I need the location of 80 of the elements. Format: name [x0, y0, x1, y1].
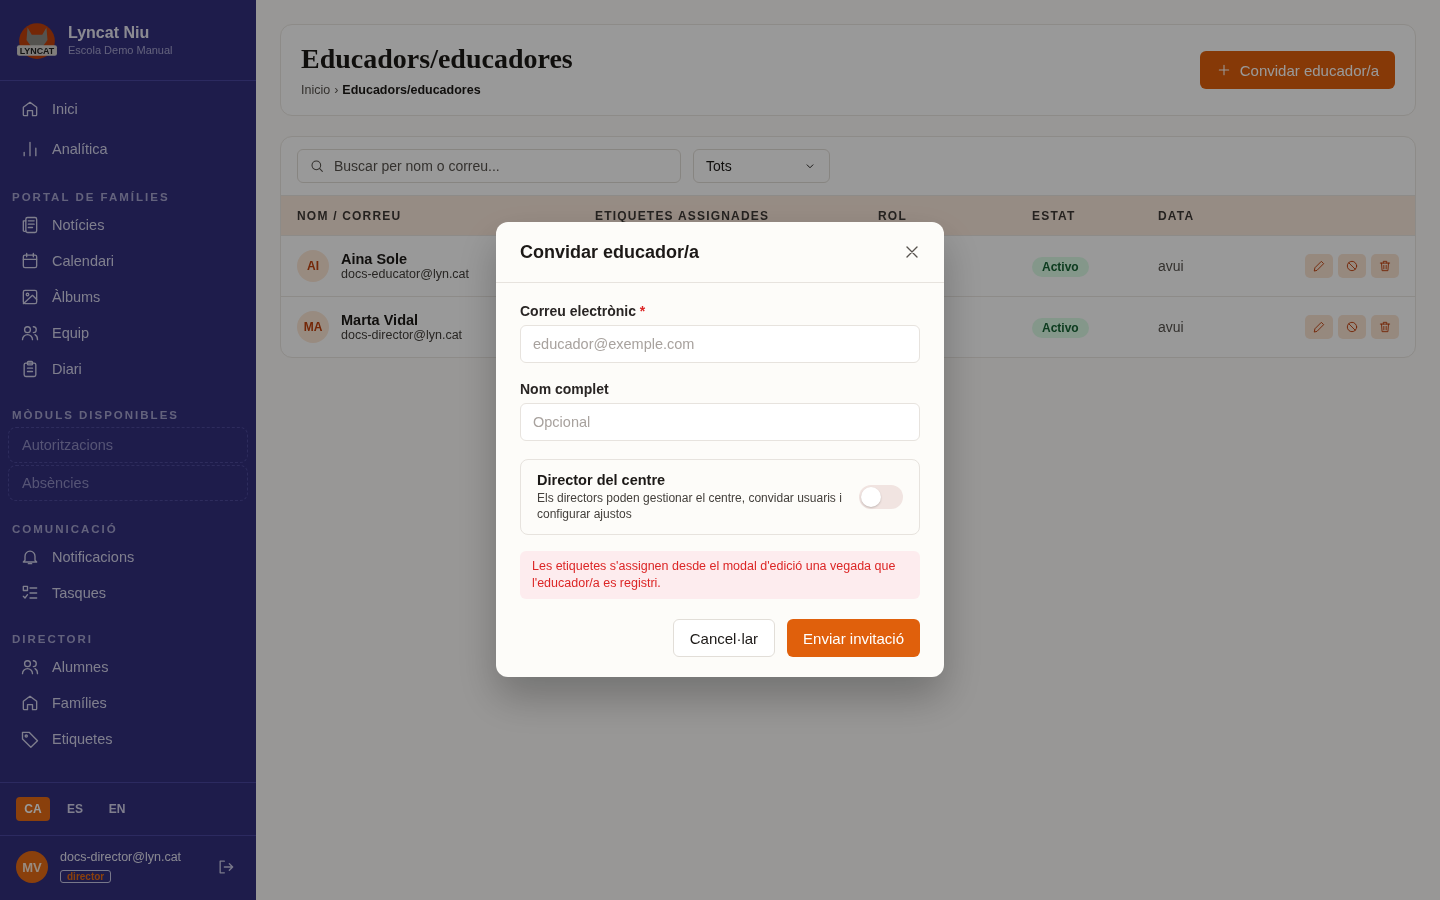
trash-icon: [1378, 320, 1392, 334]
module-item[interactable]: Absències: [8, 465, 248, 501]
column-header: ETIQUETES ASSIGNADES: [595, 208, 771, 223]
column-header: ESTAT: [1032, 208, 1077, 223]
status-badge: Activo: [1032, 318, 1089, 338]
date-cell-text: avui: [1158, 319, 1185, 335]
disable-button[interactable]: [1338, 254, 1366, 278]
block-icon: [1345, 320, 1359, 334]
cancel-button[interactable]: Cancel·lar: [672, 619, 776, 658]
home-icon: [20, 99, 40, 119]
newspaper-icon: [20, 215, 40, 235]
date-cell-text: avui: [1158, 258, 1185, 274]
nav-item[interactable]: Analítica: [8, 129, 248, 169]
nav-item[interactable]: Famílies: [8, 685, 248, 721]
column-header: ROL: [878, 208, 908, 223]
nav-item[interactable]: Alumnes: [8, 649, 248, 685]
pencil-icon: [1312, 320, 1326, 334]
delete-button[interactable]: [1371, 254, 1399, 278]
delete-button[interactable]: [1371, 315, 1399, 339]
school-name: Escola Demo Manual: [68, 44, 173, 56]
people-icon: [20, 323, 40, 343]
section-heading: DIRECTORI: [11, 632, 95, 647]
field-label: Nom complet: [520, 381, 610, 397]
edit-button[interactable]: [1305, 254, 1333, 278]
home-icon: [20, 693, 40, 713]
calendar-icon: [20, 251, 40, 271]
field-label: Correu electrònic *: [520, 303, 647, 319]
educator-email: docs-director@lyn.cat: [341, 328, 463, 342]
dialog-title: Convidar educador/a: [520, 241, 700, 263]
role-badge: director: [60, 870, 112, 883]
column-header: DATA: [1158, 208, 1196, 223]
nav-item[interactable]: Etiquetes: [8, 721, 248, 757]
user-avatar: MA: [297, 311, 329, 343]
edit-button[interactable]: [1305, 315, 1333, 339]
people-icon: [20, 657, 40, 677]
input-field[interactable]: educador@exemple.com: [520, 325, 920, 363]
info-notice: Les etiquetes s'assignen desde el modal d'edició una vegada que l'educador/a es registri.: [520, 551, 920, 600]
send-button[interactable]: Enviar invitació: [787, 619, 920, 658]
educator-name: Aina Sole: [341, 251, 409, 267]
breadcrumb-link[interactable]: Inicio: [301, 83, 331, 97]
nav-item[interactable]: Equip: [8, 315, 248, 351]
app-name: Lyncat Niu: [68, 24, 151, 42]
disable-button[interactable]: [1338, 315, 1366, 339]
page-title: Educadors/educadores: [301, 43, 573, 75]
search-field[interactable]: Buscar per nom o correu...: [297, 149, 681, 183]
nav-item[interactable]: Àlbums: [8, 279, 248, 315]
educator-name: Marta Vidal: [341, 312, 420, 328]
user-avatar: AI: [297, 250, 329, 282]
user-email: docs-director@lyn.cat: [60, 850, 183, 864]
language-button[interactable]: ES: [58, 797, 92, 821]
image-icon: [20, 287, 40, 307]
nav-item[interactable]: Notícies: [8, 207, 248, 243]
required-mark: *: [639, 303, 646, 319]
block-icon: [1345, 259, 1359, 273]
tag-icon: [20, 729, 40, 749]
status-badge: Activo: [1032, 257, 1089, 277]
invite-button[interactable]: Convidar educador/a: [1199, 51, 1395, 89]
language-button[interactable]: CA: [16, 797, 50, 821]
module-item[interactable]: Autoritzacions: [8, 427, 248, 463]
user-avatar: MV: [16, 851, 48, 883]
pencil-icon: [1312, 259, 1326, 273]
nav-item[interactable]: Tasques: [8, 575, 248, 611]
section-heading: MÒDULS DISPONIBLES: [11, 408, 180, 423]
nav-item[interactable]: Inici: [8, 89, 248, 129]
language-button[interactable]: EN: [100, 797, 134, 821]
breadcrumb-separator: ›: [334, 83, 339, 97]
breadcrumb-current: Educadors/educadores: [342, 83, 481, 97]
toggle-switch[interactable]: [859, 485, 903, 510]
trash-icon: [1378, 259, 1392, 273]
section-heading: COMUNICACIÓ: [11, 522, 119, 537]
column-header: NOM / CORREU: [297, 208, 403, 223]
section-heading: PORTAL DE FAMÍLIES: [11, 190, 171, 205]
input-field[interactable]: Opcional: [520, 403, 920, 441]
nav-item[interactable]: Calendari: [8, 243, 248, 279]
role-select[interactable]: Tots: [693, 149, 830, 183]
nav-item[interactable]: Diari: [8, 351, 248, 387]
toggle-title: Director del centre: [537, 472, 667, 488]
toggle-description: Els directors poden gestionar el centre, convidar usuaris i configurar ajustos: [537, 490, 843, 523]
educator-email: docs-educator@lyn.cat: [341, 267, 470, 281]
nav-item[interactable]: Notificacions: [8, 539, 248, 575]
